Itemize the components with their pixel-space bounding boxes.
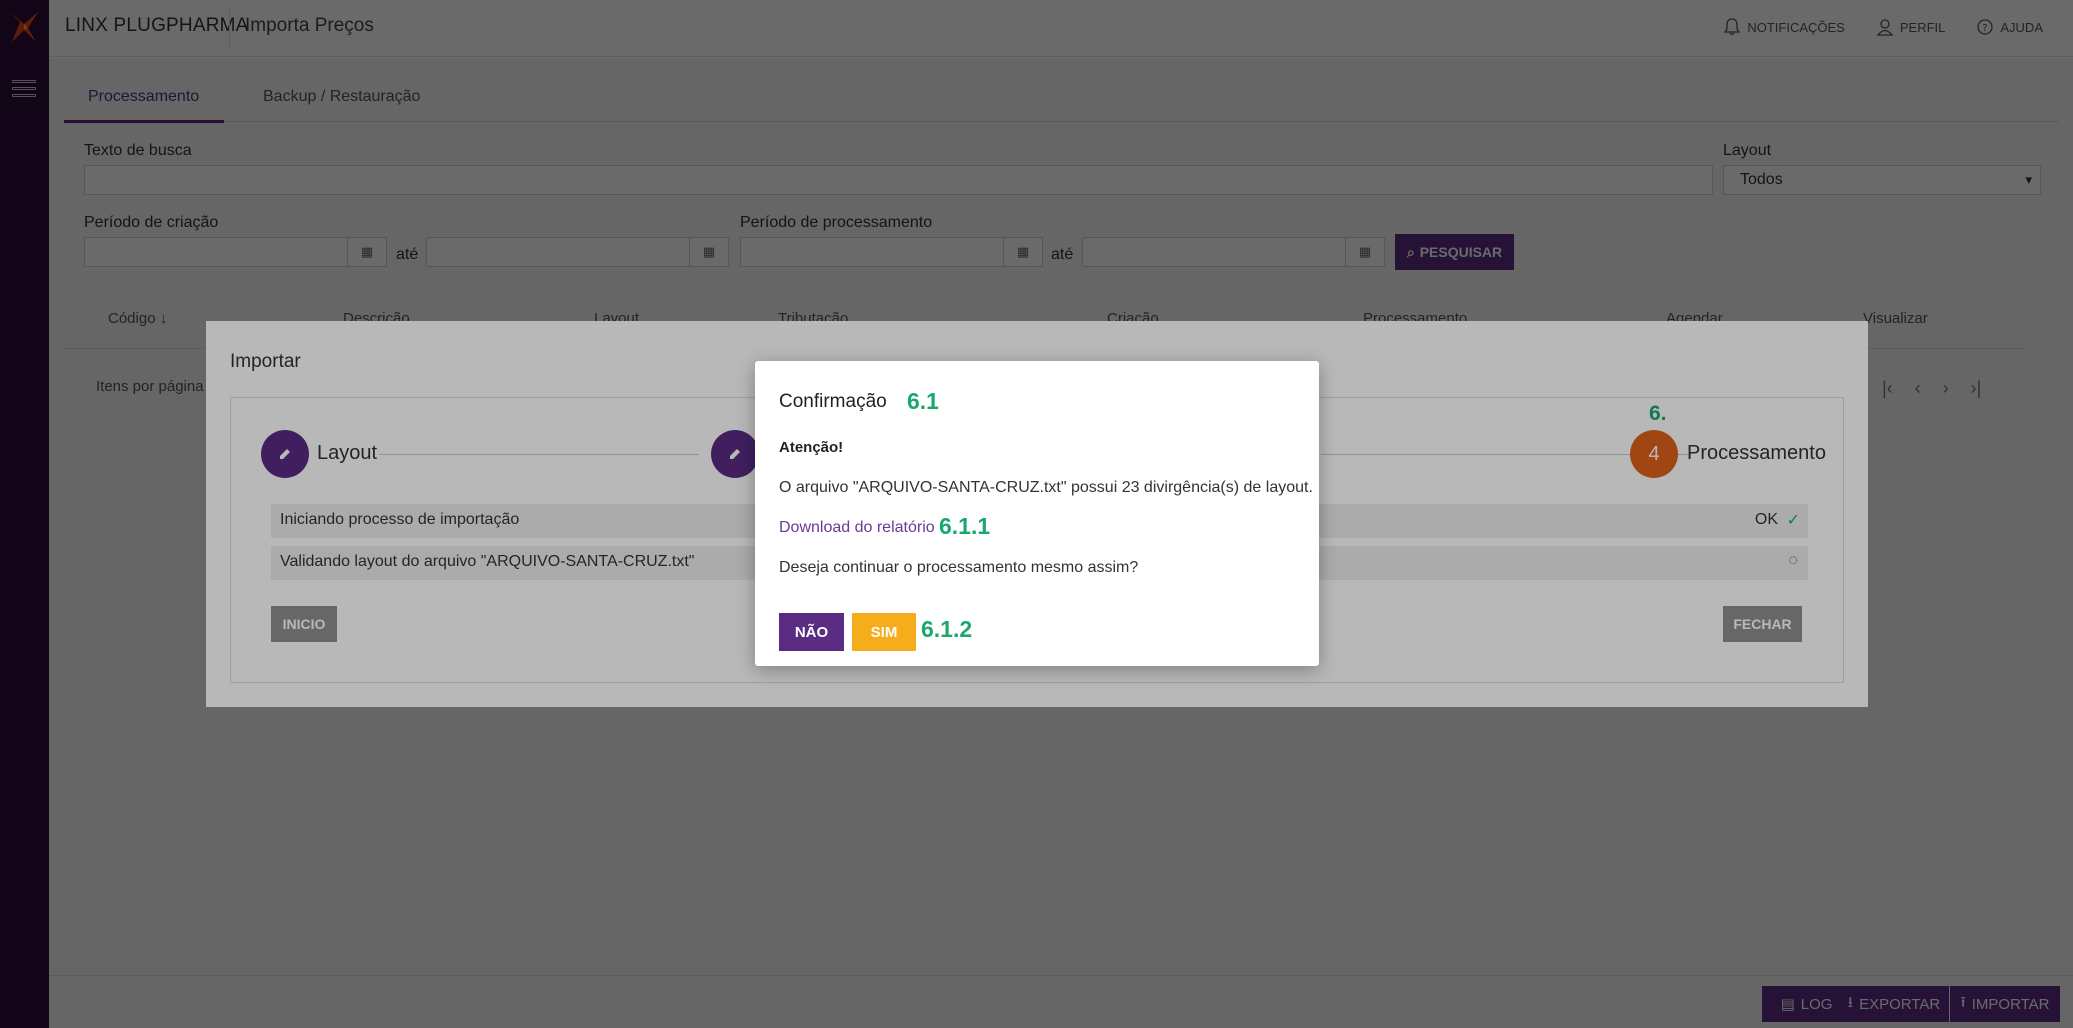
dialog-title: Confirmação [779,391,887,412]
no-button[interactable]: NÃO [779,613,844,651]
yes-button[interactable]: SIM [852,613,916,651]
confirmation-dialog: Confirmação 6.1 Atenção! O arquivo "ARQU… [755,361,1319,666]
download-report-link[interactable]: Download do relatório [779,519,935,537]
download-link-annotation: 6.1.1 [939,513,991,539]
buttons-annotation: 6.1.2 [921,616,973,642]
continue-question: Deseja continuar o processamento mesmo a… [779,559,1139,576]
divergence-message: O arquivo "ARQUIVO-SANTA-CRUZ.txt" possu… [779,479,1313,496]
attention-label: Atenção! [779,439,844,456]
dialog-title-annotation: 6.1 [907,388,939,414]
